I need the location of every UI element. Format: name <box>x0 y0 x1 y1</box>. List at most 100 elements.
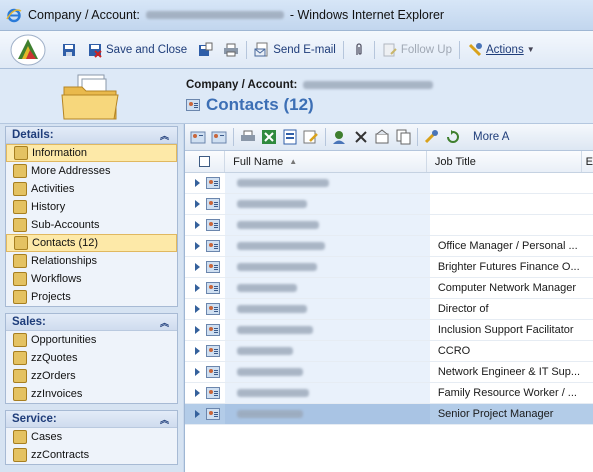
table-row[interactable]: Director of <box>185 299 593 320</box>
full-name-cell[interactable] <box>224 257 430 277</box>
expand-arrow-icon[interactable] <box>195 410 200 418</box>
full-name-cell[interactable] <box>224 404 430 424</box>
nav-item-sub-accounts[interactable]: Sub-Accounts <box>6 216 177 234</box>
job-title-cell: Computer Network Manager <box>437 282 576 294</box>
full-name-cell[interactable] <box>224 383 430 403</box>
table-row[interactable]: Brighter Futures Finance O... <box>185 257 593 278</box>
collapse-icon[interactable]: ︽ <box>160 316 169 329</box>
table-row[interactable] <box>185 215 593 236</box>
contact-card-icon <box>186 99 200 111</box>
follow-up-button[interactable]: Follow Up <box>377 39 457 61</box>
expand-arrow-icon[interactable] <box>195 347 200 355</box>
delete-icon[interactable] <box>352 129 370 145</box>
full-name-cell[interactable] <box>224 236 430 256</box>
nav-item-opportunities[interactable]: Opportunities <box>6 331 177 349</box>
copy-icon[interactable] <box>394 129 412 145</box>
contact-icon <box>206 261 220 273</box>
full-name-cell[interactable] <box>224 341 430 361</box>
send-email-button[interactable]: Send E-mail <box>249 39 341 61</box>
nav-item-contracts[interactable]: zzContracts <box>6 446 177 464</box>
nav-item-activities[interactable]: Activities <box>6 180 177 198</box>
expand-arrow-icon[interactable] <box>195 179 200 187</box>
nav-item-cases[interactable]: Cases <box>6 428 177 446</box>
table-row[interactable]: CCRO <box>185 341 593 362</box>
nav-item-orders[interactable]: zzOrders <box>6 367 177 385</box>
table-row[interactable] <box>185 194 593 215</box>
save-new-icon <box>197 42 213 58</box>
table-row[interactable]: Senior Project Manager <box>185 404 593 425</box>
details-section-header[interactable]: Details: ︽ <box>6 127 177 144</box>
collapse-icon[interactable]: ︽ <box>160 129 169 142</box>
refresh-icon[interactable] <box>444 129 462 145</box>
save-close-icon <box>87 42 103 58</box>
run-workflow-icon[interactable] <box>423 129 441 145</box>
nav-item-addresses[interactable]: More Addresses <box>6 162 177 180</box>
table-row[interactable]: Network Engineer & IT Sup... <box>185 362 593 383</box>
mail-merge-icon[interactable] <box>281 129 299 145</box>
expand-arrow-icon[interactable] <box>195 389 200 397</box>
full-name-cell[interactable] <box>224 215 430 235</box>
new-contact-icon[interactable] <box>189 129 207 145</box>
nav-item-quotes[interactable]: zzQuotes <box>6 349 177 367</box>
share-icon[interactable] <box>373 129 391 145</box>
extra-column-header[interactable]: E <box>580 151 593 172</box>
nav-item-projects[interactable]: Projects <box>6 288 177 306</box>
full-name-cell[interactable] <box>224 299 430 319</box>
nav-item-label: Contacts (12) <box>32 237 99 249</box>
sales-section-header[interactable]: Sales: ︽ <box>6 314 177 331</box>
nav-item-label: Activities <box>31 183 75 195</box>
expand-arrow-icon[interactable] <box>195 221 200 229</box>
relationships-icon <box>13 254 27 268</box>
page-title-text: Contacts (12) <box>206 95 314 114</box>
nav-item-information[interactable]: Information <box>6 144 177 162</box>
save-button[interactable] <box>56 39 82 61</box>
expand-arrow-icon[interactable] <box>195 305 200 313</box>
assign-icon[interactable] <box>331 129 349 145</box>
save-new-button[interactable] <box>192 39 218 61</box>
history-icon <box>13 200 27 214</box>
print-button[interactable] <box>218 39 244 61</box>
expand-arrow-icon[interactable] <box>195 326 200 334</box>
redacted-name <box>236 221 319 229</box>
edit-icon[interactable] <box>302 129 320 145</box>
add-existing-contact-icon[interactable] <box>210 129 228 145</box>
contact-icon <box>206 387 220 399</box>
save-icon <box>61 42 77 58</box>
workflows-icon <box>13 272 27 286</box>
expand-arrow-icon[interactable] <box>195 284 200 292</box>
nav-item-contacts[interactable]: Contacts (12) <box>6 234 177 252</box>
nav-item-workflows[interactable]: Workflows <box>6 270 177 288</box>
full-name-cell[interactable] <box>224 173 430 193</box>
actions-menu-button[interactable]: Actions ▼ <box>462 39 540 61</box>
export-excel-icon[interactable] <box>260 129 278 145</box>
collapse-icon[interactable]: ︽ <box>160 413 169 426</box>
redacted-name <box>236 347 293 355</box>
expand-arrow-icon[interactable] <box>195 200 200 208</box>
full-name-cell[interactable] <box>224 278 430 298</box>
full-name-cell[interactable] <box>224 362 430 382</box>
job-title-column-header[interactable]: Job Title <box>425 151 581 172</box>
print-grid-icon[interactable] <box>239 129 257 145</box>
table-row[interactable]: Family Resource Worker / ... <box>185 383 593 404</box>
table-row[interactable] <box>185 173 593 194</box>
table-row[interactable]: Office Manager / Personal ... <box>185 236 593 257</box>
nav-item-invoices[interactable]: zzInvoices <box>6 385 177 403</box>
send-email-label: Send E-mail <box>273 43 336 56</box>
job-title-cell: Senior Project Manager <box>437 408 554 420</box>
service-section-header[interactable]: Service: ︽ <box>6 411 177 428</box>
nav-item-relationships[interactable]: Relationships <box>6 252 177 270</box>
more-actions-button[interactable]: More A <box>473 131 509 143</box>
redacted-name <box>236 179 329 187</box>
full-name-cell[interactable] <box>224 194 430 214</box>
expand-arrow-icon[interactable] <box>195 242 200 250</box>
full-name-column-header[interactable]: Full Name ▲ <box>224 151 426 172</box>
table-row[interactable]: Inclusion Support Facilitator 0 <box>185 320 593 341</box>
expand-arrow-icon[interactable] <box>195 263 200 271</box>
full-name-cell[interactable] <box>224 320 430 340</box>
save-and-close-button[interactable]: Save and Close <box>82 39 192 61</box>
table-row[interactable]: Computer Network Manager <box>185 278 593 299</box>
attach-button[interactable] <box>346 39 372 61</box>
expand-arrow-icon[interactable] <box>195 368 200 376</box>
nav-item-history[interactable]: History <box>6 198 177 216</box>
select-all-checkbox[interactable] <box>199 156 211 167</box>
